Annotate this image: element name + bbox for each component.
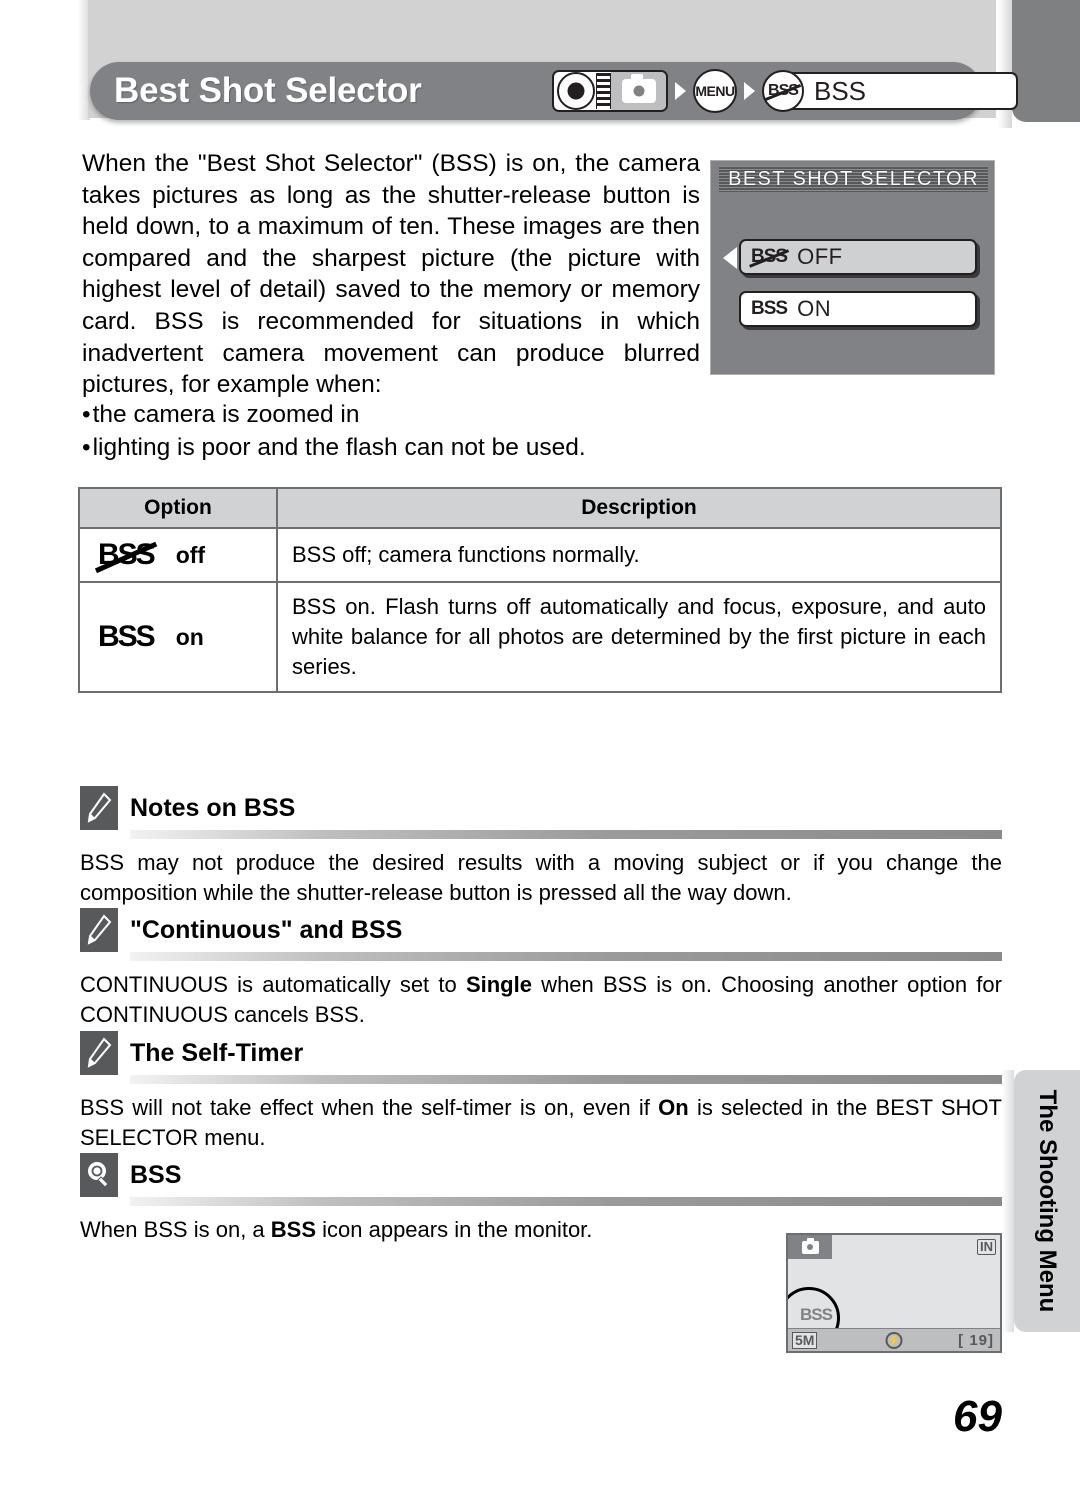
note-block-notes-on-bss: Notes on BSS BSS may not produce the des…: [80, 786, 1002, 908]
option-cell-on: BSS on: [78, 581, 278, 693]
note-text-2: icon appears in the monitor.: [316, 1217, 593, 1242]
lcd-option-label-off: OFF: [797, 244, 843, 269]
intro-paragraph: When the "Best Shot Selector" (BSS) is o…: [82, 148, 700, 401]
list-item: •the camera is zoomed in: [82, 401, 360, 428]
side-tab-label: The Shooting Menu: [1034, 1089, 1061, 1313]
note-title: "Continuous" and BSS: [130, 915, 403, 944]
header-icon-sequence: MENU BSS BSS: [552, 67, 1018, 115]
bss-indicator-icon: BSS: [800, 1305, 833, 1324]
column-header-description: Description: [276, 487, 1002, 529]
note-body: BSS will not take effect when the self-t…: [80, 1093, 1002, 1153]
note-heading: "Continuous" and BSS: [80, 908, 1002, 952]
note-divider: [130, 1075, 1002, 1084]
bullet-list: •the camera is zoomed in •lighting is po…: [82, 398, 700, 464]
bullet-text-2: lighting is poor and the flash can not b…: [92, 434, 586, 461]
menu-button-icon: MENU: [693, 69, 737, 113]
bss-on-icon: BSS: [98, 620, 156, 653]
film-strip-icon: [596, 73, 611, 109]
mode-dial-icon: [557, 72, 595, 110]
camera-glyph-icon: [621, 74, 656, 103]
page-title: Best Shot Selector: [114, 71, 422, 110]
table-header-row: Option Description: [78, 487, 1002, 529]
note-title: Notes on BSS: [130, 793, 296, 822]
note-body: BSS may not produce the desired results …: [80, 848, 1002, 908]
note-body: When BSS is on, a BSS icon appears in th…: [80, 1215, 740, 1245]
note-divider: [130, 1197, 1002, 1206]
bss-field-box: BSS: [786, 72, 1018, 110]
note-text: BSS will not take effect when the self-t…: [80, 1095, 659, 1120]
lcd-menu-title: BEST SHOT SELECTOR: [728, 167, 979, 190]
pencil-icon: [80, 1031, 118, 1075]
bss-menu-field: BSS BSS: [762, 70, 1018, 112]
lcd-selection-cursor-icon: [723, 247, 737, 269]
lcd-option-bss-on[interactable]: BSS ON: [739, 291, 977, 327]
side-tab-shooting-menu: The Shooting Menu: [1014, 1070, 1080, 1332]
note-text-bold: On: [658, 1095, 689, 1120]
column-header-option: Option: [78, 487, 278, 529]
bss-on-icon: BSS: [751, 298, 788, 319]
note-text: CONTINUOUS is automatically set to: [80, 972, 466, 997]
lightbulb-icon: [80, 1153, 118, 1197]
table-row: BSS on BSS on. Flash turns off automatica…: [78, 581, 1002, 693]
bss-struck-icon: BSS: [762, 70, 804, 112]
lcd-option-label-on: ON: [797, 296, 832, 321]
note-body: CONTINUOUS is automatically set to Singl…: [80, 970, 1002, 1030]
lcd-menu-screenshot: BEST SHOT SELECTOR BSS OFF BSS ON: [710, 160, 995, 375]
note-heading: BSS: [80, 1153, 1002, 1197]
options-table: Option Description BSS off BSS off; camer…: [78, 487, 1002, 693]
bss-icon-label: BSS: [768, 82, 799, 99]
description-cell-on: BSS on. Flash turns off automatically an…: [276, 581, 1002, 693]
list-item: •lighting is poor and the flash can not …: [82, 434, 586, 461]
bss-field-label: BSS: [814, 75, 867, 106]
monitor-status-bar: 5M ⚡ [ 19]: [788, 1328, 1000, 1351]
option-label-off: off: [175, 541, 206, 568]
note-text-bold: BSS: [270, 1217, 317, 1242]
bullet-text-1: the camera is zoomed in: [92, 401, 360, 428]
page-header-bar: Best Shot Selector MENU BSS BSS: [90, 62, 1018, 120]
note-text: BSS may not produce the desired results …: [80, 850, 1002, 905]
note-divider: [130, 830, 1002, 839]
note-block-bss-tip: BSS When BSS is on, a BSS icon appears i…: [80, 1153, 1002, 1245]
page-number: 69: [953, 1392, 1002, 1441]
camera-body-icon: [611, 72, 666, 110]
note-block-continuous-and-bss: "Continuous" and BSS CONTINUOUS is autom…: [80, 908, 1002, 1030]
corner-tab: [1012, 0, 1080, 122]
intro-paragraph-text: When the "Best Shot Selector" (BSS) is o…: [82, 150, 700, 399]
note-text: When BSS is on, a: [80, 1217, 271, 1242]
option-cell-off: BSS off: [78, 527, 278, 583]
bss-off-icon: BSS: [98, 538, 156, 571]
table-row: BSS off BSS off; camera functions normall…: [78, 527, 1002, 583]
image-size-badge: 5M: [792, 1331, 818, 1349]
lcd-option-bss-off[interactable]: BSS OFF: [739, 239, 977, 275]
lcd-menu-title-bar: BEST SHOT SELECTOR: [719, 166, 988, 192]
exposures-remaining: [ 19]: [958, 1331, 994, 1349]
note-divider: [130, 952, 1002, 961]
menu-button-label: MENU: [695, 83, 735, 99]
note-block-the-self-timer: The Self-Timer BSS will not take effect …: [80, 1031, 1002, 1153]
note-heading: Notes on BSS: [80, 786, 1002, 830]
monitor-mode-badge: [788, 1235, 832, 1259]
note-title: BSS: [130, 1160, 182, 1189]
arrow-right-icon-2: [744, 82, 755, 100]
note-heading: The Self-Timer: [80, 1031, 1002, 1075]
arrow-right-icon: [675, 82, 686, 100]
monitor-illustration: IN BSS 5M ⚡ [ 19]: [786, 1233, 1002, 1353]
camera-icon: [801, 1237, 819, 1254]
bss-off-icon: BSS: [751, 246, 788, 267]
note-title: The Self-Timer: [130, 1038, 304, 1067]
option-label-on: on: [175, 623, 204, 650]
flash-off-icon: ⚡: [885, 1331, 903, 1349]
pencil-icon: [80, 786, 118, 830]
pencil-icon: [80, 908, 118, 952]
internal-memory-icon: IN: [977, 1239, 996, 1255]
description-cell-off: BSS off; camera functions normally.: [276, 527, 1002, 583]
camera-mode-icon: [552, 70, 668, 112]
note-text-bold: Single: [465, 972, 532, 997]
side-tab-shadow: [1002, 1070, 1014, 1332]
manual-page: Best Shot Selector MENU BSS BSS When the…: [0, 0, 1080, 1486]
